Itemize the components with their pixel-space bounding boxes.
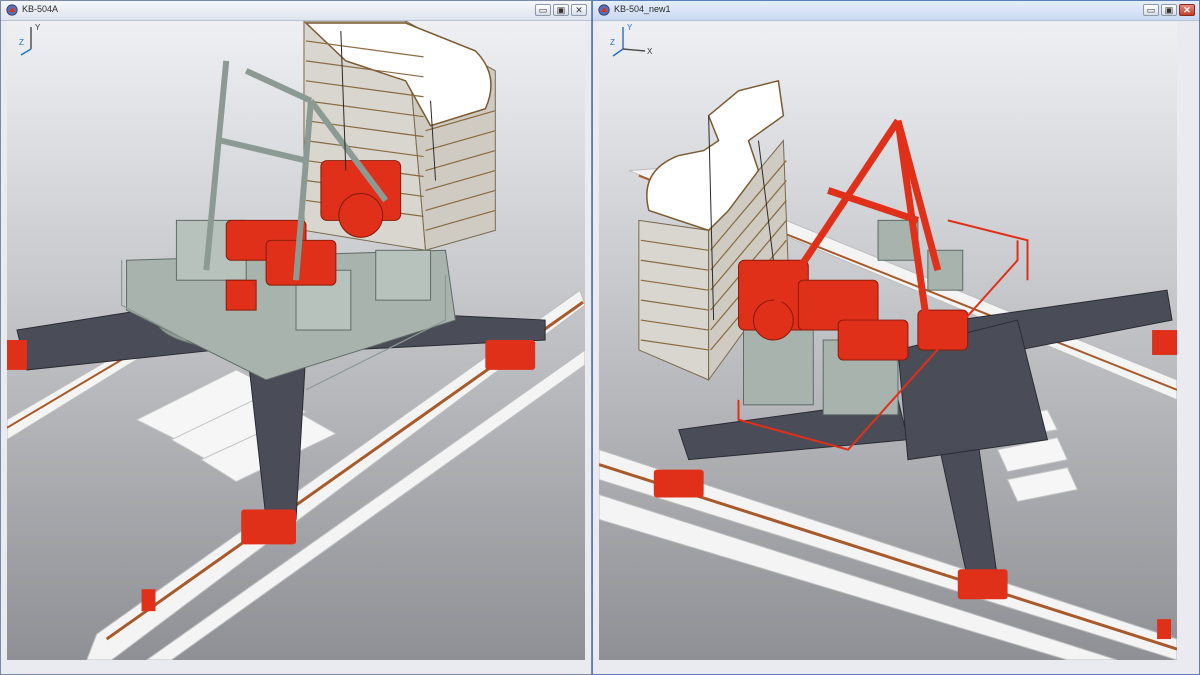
close-icon: ✕	[575, 5, 583, 15]
model-window-kb-504-new1[interactable]: KB-504_new1 ▭ ▣ ✕ Y X Z	[592, 0, 1200, 675]
close-button[interactable]: ✕	[571, 4, 587, 16]
3d-viewport[interactable]: Y Z	[7, 21, 585, 660]
crane-3d-view	[599, 21, 1177, 660]
crane-app-icon	[598, 4, 610, 16]
axis-label-z: Z	[19, 38, 24, 47]
close-icon: ✕	[1183, 5, 1191, 15]
minimize-icon: ▭	[538, 5, 548, 15]
axis-label-x: X	[647, 47, 653, 56]
minimize-icon: ▭	[1146, 5, 1156, 15]
restore-button[interactable]: ▣	[553, 4, 569, 16]
axis-label-z: Z	[610, 38, 615, 47]
crane-app-icon	[6, 4, 18, 16]
axis-label-y: Y	[35, 23, 41, 32]
3d-viewport[interactable]: Y X Z	[599, 21, 1177, 660]
close-button[interactable]: ✕	[1179, 4, 1195, 16]
axis-label-y: Y	[627, 23, 633, 32]
minimize-button[interactable]: ▭	[1143, 4, 1159, 16]
axis-triad-icon: Y X Z	[610, 23, 653, 57]
restore-icon: ▣	[1164, 5, 1174, 15]
window-titlebar[interactable]: KB-504_new1 ▭ ▣ ✕	[593, 1, 1199, 21]
window-title: KB-504_new1	[614, 4, 671, 14]
model-window-kb-504a[interactable]: KB-504A ▭ ▣ ✕ Y Z	[0, 0, 592, 675]
restore-button[interactable]: ▣	[1161, 4, 1177, 16]
window-title: KB-504A	[22, 4, 59, 14]
crane-3d-view	[7, 21, 585, 660]
axis-triad-icon: Y Z	[19, 23, 41, 56]
restore-icon: ▣	[556, 5, 566, 15]
window-titlebar[interactable]: KB-504A ▭ ▣ ✕	[1, 1, 591, 21]
minimize-button[interactable]: ▭	[535, 4, 551, 16]
